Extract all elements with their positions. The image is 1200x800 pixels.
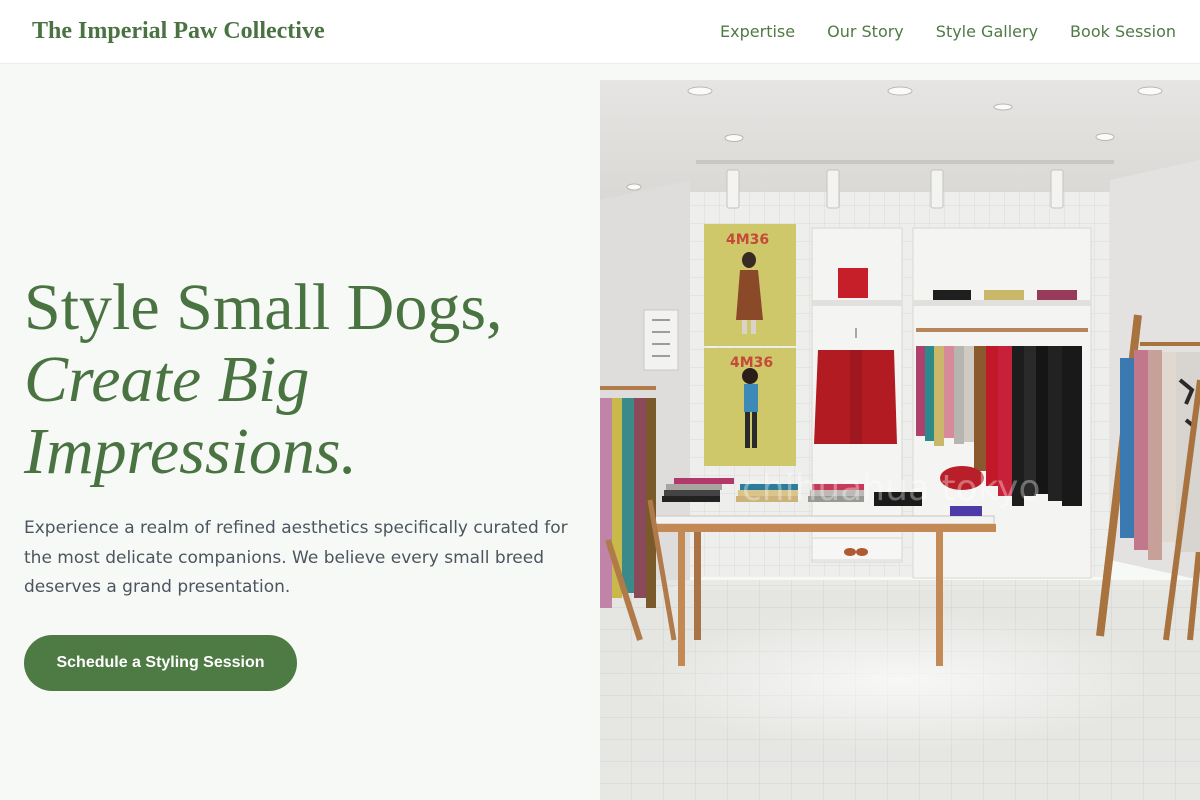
nav-link-book-session[interactable]: Book Session: [1070, 22, 1176, 41]
nav-link-expertise[interactable]: Expertise: [720, 22, 795, 41]
nav-link-style-gallery[interactable]: Style Gallery: [936, 22, 1038, 41]
headline-line-1: Style Small Dogs,: [24, 271, 503, 344]
brand-logo-text[interactable]: The Imperial Paw Collective: [32, 18, 325, 45]
schedule-session-button[interactable]: Schedule a Styling Session: [24, 634, 297, 691]
boutique-interior-photo: 4M36 4M36 chihuahua tokyo: [600, 80, 1200, 800]
headline-line-2: Create Big: [24, 343, 310, 416]
nav-link-our-story[interactable]: Our Story: [827, 22, 904, 41]
hero-text-block: Style Small Dogs, Create Big Impressions…: [24, 272, 584, 691]
poster-label-top: 4M36: [726, 232, 769, 248]
main-nav: Expertise Our Story Style Gallery Book S…: [720, 22, 1176, 41]
hero-headline: Style Small Dogs, Create Big Impressions…: [24, 272, 584, 488]
hero-description: Experience a realm of refined aesthetics…: [24, 518, 568, 597]
headline-line-3: Impressions.: [24, 415, 358, 488]
top-navigation-bar: The Imperial Paw Collective Expertise Ou…: [0, 0, 1200, 64]
photo-watermark: chihuahua tokyo: [742, 468, 1040, 509]
